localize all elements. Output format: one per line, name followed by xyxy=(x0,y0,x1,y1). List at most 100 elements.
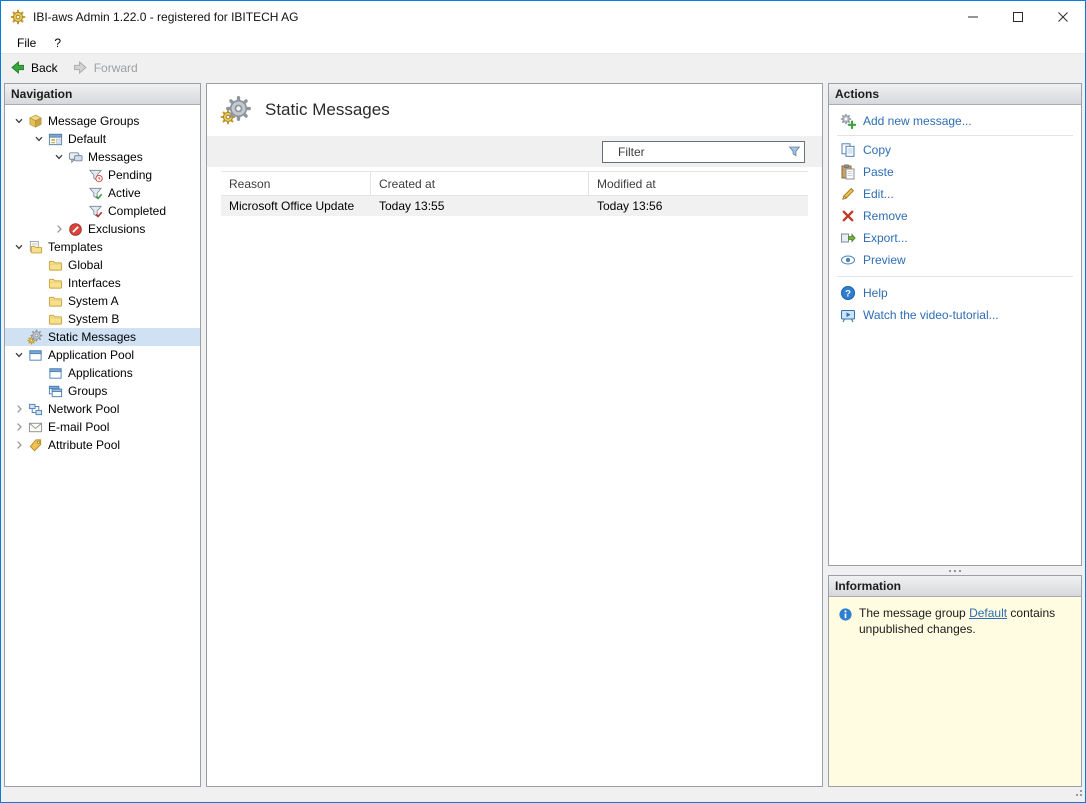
nav-item-static-messages[interactable]: Static Messages xyxy=(5,328,200,346)
add-message-icon xyxy=(840,113,856,129)
forward-label: Forward xyxy=(94,61,138,75)
nav-item-completed[interactable]: Completed xyxy=(5,202,200,220)
nav-item-active[interactable]: Active xyxy=(5,184,200,202)
chevron-down-icon[interactable] xyxy=(11,239,27,255)
nav-item-label: Active xyxy=(108,186,141,200)
action-export[interactable]: Export... xyxy=(829,227,1081,249)
chevron-right-icon[interactable] xyxy=(11,437,27,453)
forward-button[interactable]: Forward xyxy=(72,59,138,76)
nav-item-label: E-mail Pool xyxy=(48,420,109,434)
nav-item-application-pool[interactable]: Application Pool xyxy=(5,346,200,364)
chevron-spacer xyxy=(31,311,47,327)
nav-item-email-pool[interactable]: E-mail Pool xyxy=(5,418,200,436)
information-body: The message group Default contains unpub… xyxy=(829,597,1081,786)
nav-item-pending[interactable]: Pending xyxy=(5,166,200,184)
action-label: Remove xyxy=(863,209,908,223)
chevron-spacer xyxy=(71,203,87,219)
action-edit[interactable]: Edit... xyxy=(829,183,1081,205)
column-header-reason[interactable]: Reason xyxy=(221,172,371,195)
nav-item-network-pool[interactable]: Network Pool xyxy=(5,400,200,418)
titlebar: IBI-aws Admin 1.22.0 - registered for IB… xyxy=(1,1,1085,32)
navigation-panel: Navigation Message Groups Default Messag… xyxy=(4,83,201,787)
nav-item-label: Groups xyxy=(68,384,107,398)
back-button[interactable]: Back xyxy=(9,59,58,76)
nav-item-system-b[interactable]: System B xyxy=(5,310,200,328)
nav-item-system-a[interactable]: System A xyxy=(5,292,200,310)
chevron-right-icon[interactable] xyxy=(11,419,27,435)
action-remove[interactable]: Remove xyxy=(829,205,1081,227)
separator xyxy=(837,276,1073,277)
messages-icon xyxy=(67,149,83,165)
nav-item-applications[interactable]: Applications xyxy=(5,364,200,382)
action-help[interactable]: Help xyxy=(829,282,1081,304)
info-icon xyxy=(838,607,853,622)
paste-icon xyxy=(840,164,856,180)
nav-item-message-groups[interactable]: Message Groups xyxy=(5,112,200,130)
column-header-modified-at[interactable]: Modified at xyxy=(589,172,808,195)
column-header-created-at[interactable]: Created at xyxy=(371,172,589,195)
cell-reason: Microsoft Office Update xyxy=(221,199,371,213)
app-icon xyxy=(10,9,26,25)
chevron-right-icon[interactable] xyxy=(11,401,27,417)
copy-icon xyxy=(840,142,856,158)
nav-item-label: System B xyxy=(68,312,119,326)
actions-list: Add new message... Copy Paste Edit... xyxy=(829,105,1081,326)
chevron-down-icon[interactable] xyxy=(31,131,47,147)
nav-item-label: Completed xyxy=(108,204,166,218)
folder-icon xyxy=(47,257,63,273)
nav-item-label: Message Groups xyxy=(48,114,139,128)
filter-box xyxy=(602,141,805,163)
email-icon xyxy=(27,419,43,435)
action-add-new-message[interactable]: Add new message... xyxy=(829,110,1081,132)
nav-item-label: Network Pool xyxy=(48,402,119,416)
action-paste[interactable]: Paste xyxy=(829,161,1081,183)
action-copy[interactable]: Copy xyxy=(829,139,1081,161)
maximize-button[interactable] xyxy=(995,1,1040,32)
nav-item-label: Templates xyxy=(48,240,103,254)
minimize-button[interactable] xyxy=(950,1,995,32)
funnel-active-icon xyxy=(87,185,103,201)
status-bar xyxy=(1,787,1085,802)
funnel-pending-icon xyxy=(87,167,103,183)
chevron-spacer xyxy=(31,257,47,273)
filter-icon[interactable] xyxy=(784,144,804,159)
nav-item-groups[interactable]: Groups xyxy=(5,382,200,400)
navigation-tree: Message Groups Default Messages Pending xyxy=(5,105,200,786)
default-group-link[interactable]: Default xyxy=(969,606,1007,620)
resize-grip-icon[interactable] xyxy=(1073,786,1083,800)
toolbar: Back Forward xyxy=(1,54,1085,81)
chevron-down-icon[interactable] xyxy=(11,347,27,363)
action-preview[interactable]: Preview xyxy=(829,249,1081,271)
preview-icon xyxy=(840,252,856,268)
navigation-header: Navigation xyxy=(5,84,200,105)
nav-item-attribute-pool[interactable]: Attribute Pool xyxy=(5,436,200,454)
menu-help[interactable]: ? xyxy=(45,34,70,52)
chevron-down-icon[interactable] xyxy=(11,113,27,129)
filter-bar xyxy=(207,136,822,167)
action-label: Copy xyxy=(863,143,891,157)
right-column: Actions Add new message... Copy Paste xyxy=(828,83,1082,787)
folder-icon xyxy=(47,293,63,309)
table-row[interactable]: Microsoft Office Update Today 13:55 Toda… xyxy=(221,196,808,216)
video-icon xyxy=(840,307,856,323)
nav-item-interfaces[interactable]: Interfaces xyxy=(5,274,200,292)
nav-item-exclusions[interactable]: Exclusions xyxy=(5,220,200,238)
nav-item-label: Applications xyxy=(68,366,133,380)
action-watch-video[interactable]: Watch the video-tutorial... xyxy=(829,304,1081,326)
information-message: The message group Default contains unpub… xyxy=(859,606,1072,638)
menu-file[interactable]: File xyxy=(8,34,45,52)
nav-item-templates[interactable]: Templates xyxy=(5,238,200,256)
action-label: Add new message... xyxy=(863,114,972,128)
chevron-spacer xyxy=(31,365,47,381)
separator xyxy=(837,135,1073,136)
chevron-down-icon[interactable] xyxy=(51,149,67,165)
close-button[interactable] xyxy=(1040,1,1085,32)
folder-icon xyxy=(47,275,63,291)
nav-item-global[interactable]: Global xyxy=(5,256,200,274)
chevron-right-icon[interactable] xyxy=(51,221,67,237)
action-label: Preview xyxy=(863,253,906,267)
filter-input[interactable] xyxy=(603,145,784,159)
splitter-handle[interactable] xyxy=(828,566,1082,575)
nav-item-default[interactable]: Default xyxy=(5,130,200,148)
nav-item-messages[interactable]: Messages xyxy=(5,148,200,166)
